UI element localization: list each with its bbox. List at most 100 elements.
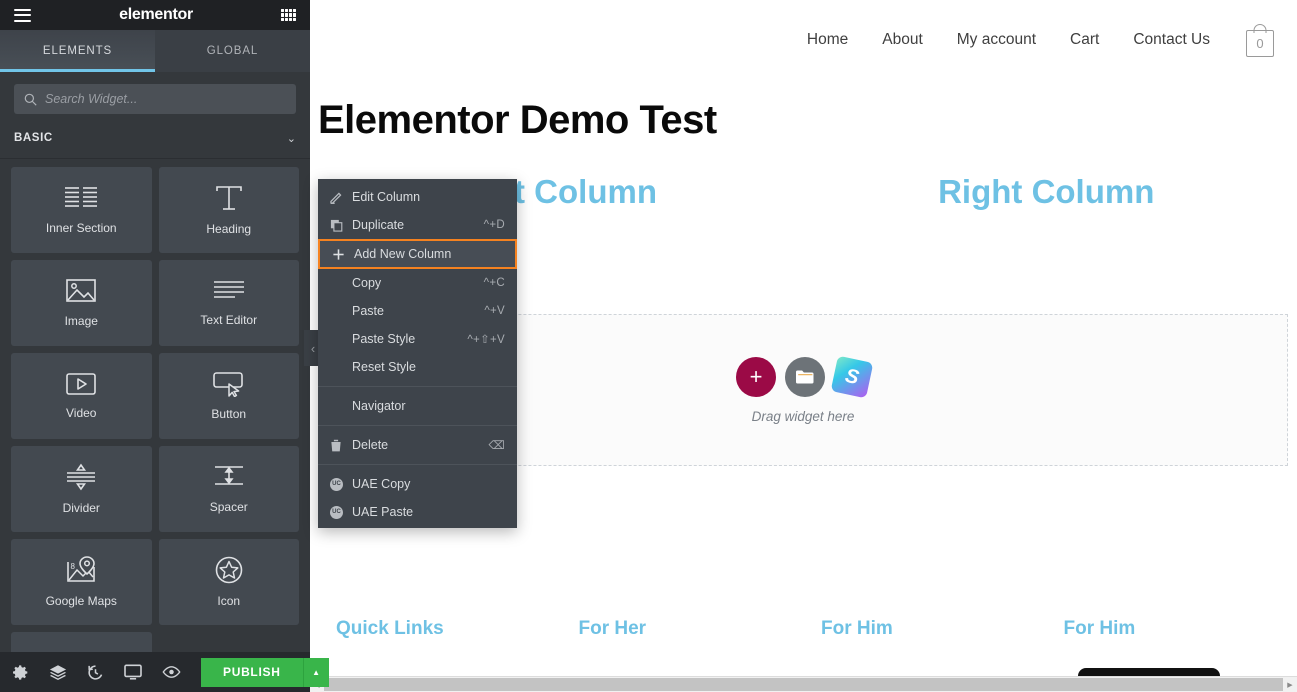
grid-icon[interactable] [281,8,296,22]
widget-text-editor[interactable]: Text Editor [158,260,299,346]
menu-separator [318,425,517,426]
widget-google-maps[interactable]: 8 Google Maps [11,539,152,625]
star-icon [215,556,243,584]
right-column-heading: Right Column [938,173,1155,210]
nav-link-cart[interactable]: Cart [1053,31,1116,49]
responsive-monitor-icon[interactable] [124,664,142,680]
search-icon [24,93,37,106]
google-maps-icon: 8 [67,556,96,582]
menu-label: Paste [352,304,384,318]
menu-label: Duplicate [352,218,405,232]
inner-section-icon [65,187,98,207]
footer-column: For Him [803,618,1046,640]
menu-item-duplicate[interactable]: Duplicate ^+D [318,211,517,239]
widget-divider[interactable]: Divider [11,446,152,532]
menu-item-paste[interactable]: Paste ^+V [318,297,517,325]
menu-item-delete[interactable]: Delete ⌫ [318,431,517,459]
tab-global[interactable]: GLOBAL [155,30,310,72]
menu-item-add-new-column[interactable]: Add New Column [318,239,517,269]
menu-separator [318,386,517,387]
menu-item-uae-paste[interactable]: UC UAE Paste [318,498,517,526]
menu-shortcut: ^+⇧+V [467,334,505,346]
menu-label: Add New Column [354,247,452,261]
search-box[interactable] [14,84,296,114]
page-title: Elementor Demo Test [318,98,717,142]
history-clock-icon[interactable] [87,664,104,681]
elementor-panel: elementor ELEMENTS GLOBAL BASIC ⌄ [0,0,329,692]
menu-label: UAE Copy [352,477,411,491]
chevron-down-icon[interactable]: ⌄ [287,132,296,145]
nav-link-about[interactable]: About [865,31,940,49]
nav-link-home[interactable]: Home [790,31,865,49]
widget-label: Button [211,407,247,421]
widget-partial-next[interactable] [11,632,152,652]
menu-separator [318,464,517,465]
widget-spacer[interactable]: Spacer [158,446,299,532]
widget-heading[interactable]: Heading [158,167,299,253]
search-widget-container [0,72,310,124]
widget-label: Icon [217,594,241,608]
widget-inner-section[interactable]: Inner Section [11,167,152,253]
plus-icon [332,248,354,261]
menu-label: Navigator [352,399,406,413]
section-basic-header[interactable]: BASIC ⌄ [0,124,310,152]
menu-item-reset-style[interactable]: Reset Style [318,353,517,381]
cart-count: 0 [1246,29,1274,57]
horizontal-scrollbar[interactable]: ◀ ▶ [310,676,1297,692]
widget-video[interactable]: Video [11,353,152,439]
spacer-icon [214,466,243,485]
menu-shortcut: ^+V [484,305,505,317]
elementor-logo: elementor [119,6,193,23]
dropzone-buttons: + S [736,355,874,398]
add-element-button[interactable]: + [736,356,776,397]
menu-item-edit-column[interactable]: Edit Column [318,183,517,211]
widget-button[interactable]: Button [158,353,299,439]
widget-grid: Inner Section Heading Image Text Editor … [11,167,299,652]
tab-elements[interactable]: ELEMENTS [0,30,155,72]
menu-item-paste-style[interactable]: Paste Style ^+⇧+V [318,325,517,353]
panel-footer: PUBLISH ▲ [0,652,329,692]
widget-label: Image [64,314,98,328]
footer-heading: For Her [578,618,647,639]
svg-text:8: 8 [71,562,76,571]
publish-button[interactable]: PUBLISH [201,657,303,687]
search-input[interactable] [45,92,286,106]
section-basic-label: BASIC [14,132,53,144]
menu-item-navigator[interactable]: Navigator [318,392,517,420]
widget-image[interactable]: Image [11,260,152,346]
nav-link-contact-us[interactable]: Contact Us [1116,31,1227,49]
widget-label: Google Maps [45,594,117,608]
scrollbar-thumb[interactable] [324,678,1283,691]
bag-handle [1253,23,1267,33]
hamburger-icon[interactable] [14,8,31,22]
widget-label: Inner Section [45,221,117,235]
settings-gear-icon[interactable] [12,664,29,681]
menu-label: UAE Paste [352,505,414,519]
uae-badge-icon: UC [330,477,352,491]
widget-icon[interactable]: Icon [158,539,299,625]
widget-list-scroll[interactable]: Inner Section Heading Image Text Editor … [0,159,310,652]
menu-label: Delete [352,438,389,452]
scroll-right-arrow[interactable]: ▶ [1283,677,1297,692]
footer-column: Quick Links [318,618,561,640]
dropzone-label: Drag widget here [751,408,855,424]
widget-label: Video [66,406,97,420]
widget-label: Divider [62,501,100,515]
preview-eye-icon[interactable] [162,665,181,679]
elementor-editor: elementor ELEMENTS GLOBAL BASIC ⌄ [0,0,1297,692]
menu-item-copy[interactable]: Copy ^+C [318,269,517,297]
nav-link-my-account[interactable]: My account [940,31,1053,49]
template-library-button[interactable] [785,356,825,397]
divider-icon [67,463,96,491]
starter-templates-button[interactable]: S [830,355,874,398]
caret-up-icon[interactable]: ▲ [302,657,329,687]
video-icon [66,373,97,395]
site-navigation: Home About My account Cart Contact Us 0 [310,0,1297,80]
menu-item-uae-copy[interactable]: UC UAE Copy [318,470,517,498]
shopping-bag-icon[interactable]: 0 [1245,23,1275,57]
panel-tabs: ELEMENTS GLOBAL [0,30,310,72]
heading-icon [215,186,242,210]
navigator-layers-icon[interactable] [49,664,67,681]
button-icon [212,372,243,397]
text-editor-icon [213,281,244,298]
